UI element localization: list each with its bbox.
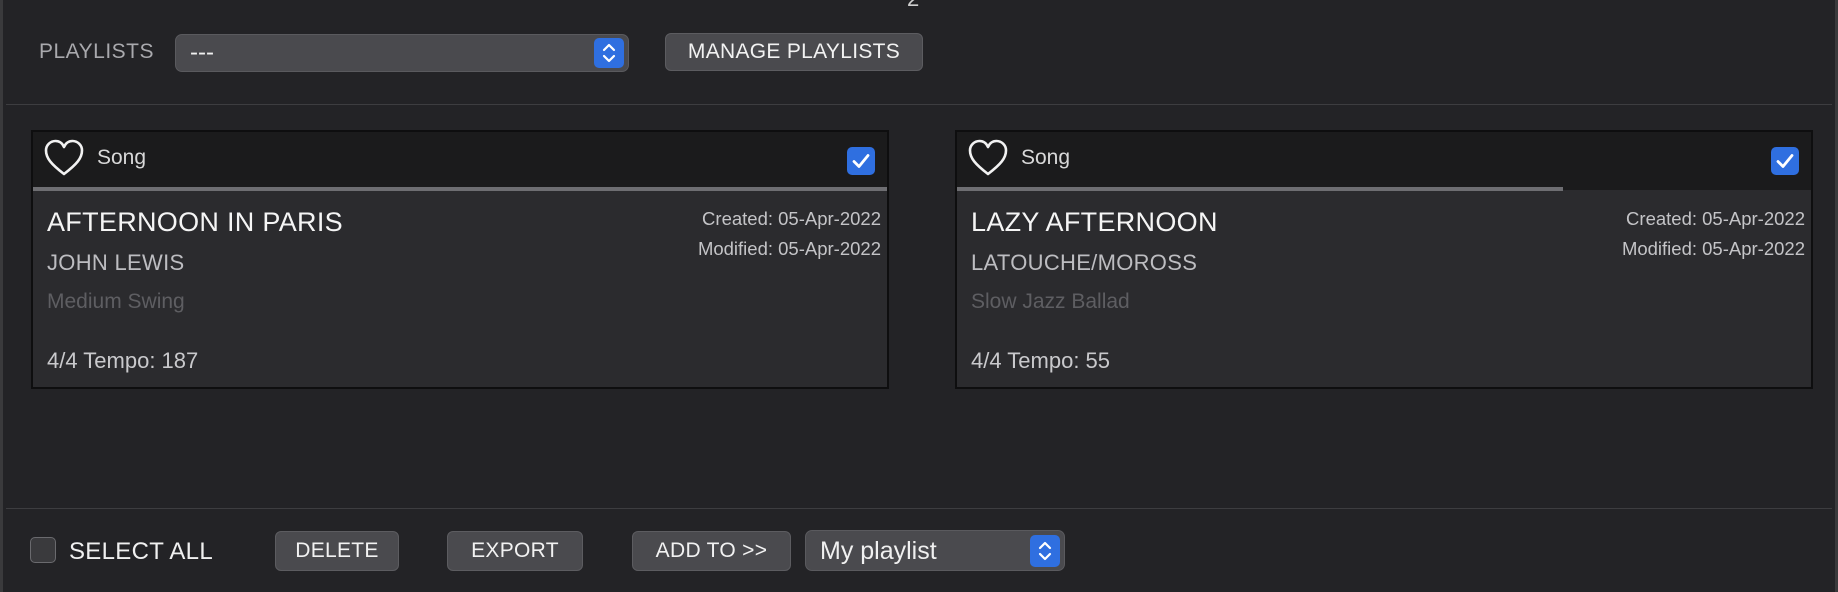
song-progress-bar bbox=[33, 187, 887, 191]
bottom-divider bbox=[6, 508, 1832, 509]
song-kind-label: Song bbox=[1021, 146, 1071, 169]
song-style: Slow Jazz Ballad bbox=[971, 290, 1130, 313]
song-progress-bar bbox=[957, 187, 1564, 191]
delete-button[interactable]: DELETE bbox=[275, 531, 399, 571]
checkmark-icon bbox=[1776, 154, 1794, 168]
target-playlist-value: My playlist bbox=[820, 537, 937, 565]
song-tempo: 4/4 Tempo: 55 bbox=[971, 348, 1111, 373]
song-dates: Created: 05-Apr-2022 Modified: 05-Apr-20… bbox=[698, 204, 881, 264]
modified-date: Modified: 05-Apr-2022 bbox=[697, 238, 881, 259]
song-tempo: 4/4 Tempo: 187 bbox=[47, 348, 199, 373]
song-kind-label: Song bbox=[97, 146, 147, 169]
modified-date: Modified: 05-Apr-2022 bbox=[1621, 238, 1805, 259]
select-stepper-icon bbox=[1030, 535, 1060, 567]
created-date: Created: 05-Apr-2022 bbox=[1626, 208, 1805, 229]
song-style: Medium Swing bbox=[47, 290, 185, 313]
checkmark-icon bbox=[852, 154, 870, 168]
song-composer: LATOUCHE/MOROSS bbox=[971, 250, 1198, 275]
heart-icon[interactable] bbox=[43, 138, 85, 183]
select-all-label[interactable]: SELECT ALL bbox=[69, 538, 213, 566]
playlists-label: PLAYLISTS bbox=[39, 40, 154, 63]
manage-playlists-button[interactable]: MANAGE PLAYLISTS bbox=[665, 33, 923, 71]
song-select-checkbox[interactable] bbox=[847, 147, 875, 175]
playlist-toolbar: PLAYLISTS --- MANAGE PLAYLISTS bbox=[3, 0, 1835, 105]
song-title: AFTERNOON IN PARIS bbox=[47, 207, 343, 237]
select-all-checkbox[interactable] bbox=[30, 537, 56, 563]
app-window: 2 PLAYLISTS --- MANAGE PLAYLISTS Song AF… bbox=[0, 0, 1838, 592]
add-to-button[interactable]: ADD TO >> bbox=[632, 531, 791, 571]
song-card-header: Song bbox=[33, 132, 887, 190]
playlist-select-value: --- bbox=[190, 39, 214, 66]
song-title: LAZY AFTERNOON bbox=[971, 207, 1218, 237]
created-date: Created: 05-Apr-2022 bbox=[702, 208, 881, 229]
song-dates: Created: 05-Apr-2022 Modified: 05-Apr-20… bbox=[1622, 204, 1805, 264]
song-card-header: Song bbox=[957, 132, 1811, 190]
song-card[interactable]: Song AFTERNOON IN PARIS JOHN LEWIS Mediu… bbox=[31, 130, 889, 389]
heart-icon[interactable] bbox=[967, 138, 1009, 183]
playlist-select[interactable]: --- bbox=[175, 34, 629, 72]
top-divider bbox=[6, 104, 1832, 105]
export-button[interactable]: EXPORT bbox=[447, 531, 583, 571]
select-stepper-icon bbox=[594, 38, 624, 68]
song-select-checkbox[interactable] bbox=[1771, 147, 1799, 175]
target-playlist-select[interactable]: My playlist bbox=[805, 530, 1065, 571]
song-composer: JOHN LEWIS bbox=[47, 250, 185, 275]
song-card[interactable]: Song LAZY AFTERNOON LATOUCHE/MOROSS Slow… bbox=[955, 130, 1813, 389]
